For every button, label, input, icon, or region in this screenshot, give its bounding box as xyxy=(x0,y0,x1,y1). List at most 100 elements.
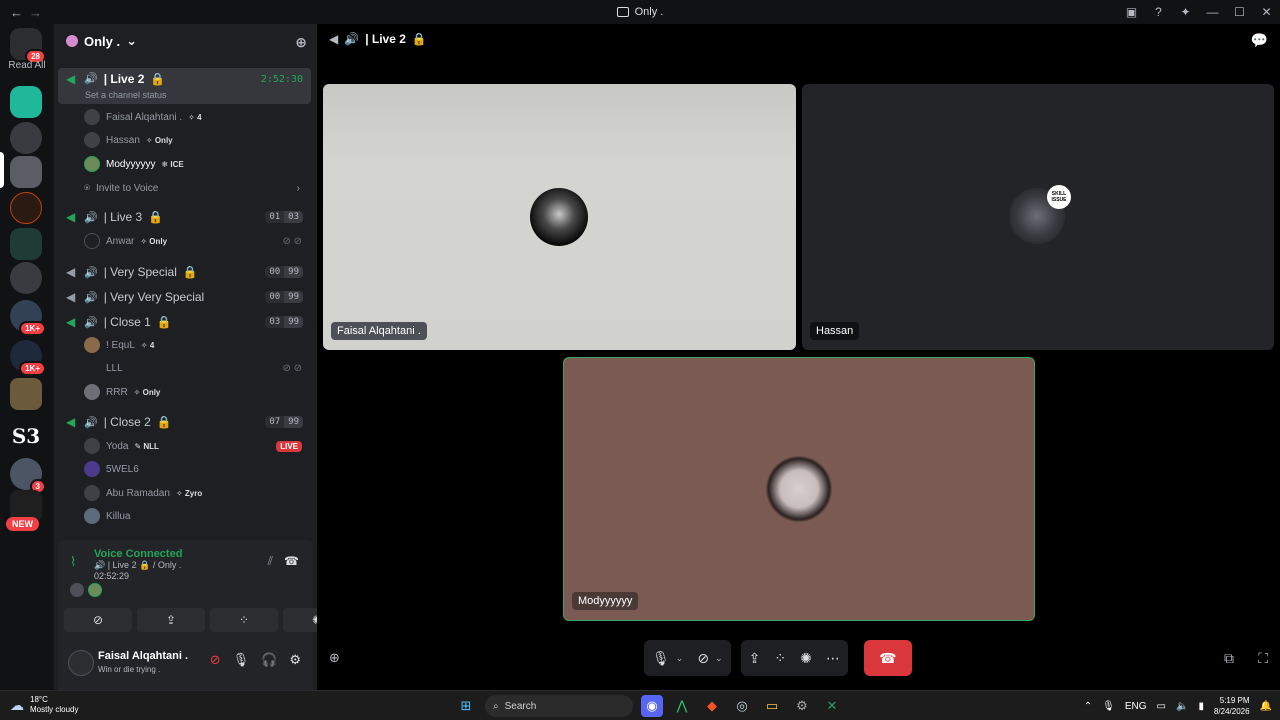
participant-tile[interactable]: Faisal Alqahtani . xyxy=(323,84,796,350)
app-icon[interactable]: ⚙ xyxy=(791,695,813,717)
user-controls: ⊘ 🎙 🎧 ⚙ xyxy=(210,652,301,668)
channel-list: ◀ 🔊 | Live 2 🔒 2:52:30 Set a channel sta… xyxy=(54,58,317,540)
back-arrow-icon[interactable]: ← xyxy=(10,5,23,20)
server-icon-s3[interactable]: S3 xyxy=(10,420,42,452)
app-icon[interactable]: ⋀ xyxy=(671,695,693,717)
inbox-icon[interactable]: ▣ xyxy=(1118,5,1145,19)
server-icon-1[interactable] xyxy=(10,86,42,118)
guild-icon xyxy=(66,35,78,47)
guild-header[interactable]: Only . ⌄ ⊕ xyxy=(54,24,317,58)
voice-user[interactable]: 5WEL6 xyxy=(84,458,304,480)
minimize-button[interactable]: — xyxy=(1199,5,1226,19)
network-icon[interactable]: ▭ xyxy=(1157,701,1166,712)
taskbar-search[interactable]: ⌕ Search xyxy=(485,695,633,717)
server-icon-2[interactable] xyxy=(10,122,42,154)
activities-button[interactable]: ⁘ xyxy=(210,608,278,632)
voice-user[interactable]: Killua xyxy=(84,505,304,527)
screen-share-button[interactable]: ⇪ xyxy=(137,608,205,632)
microphone-icon[interactable]: 🎙 xyxy=(233,652,250,668)
user-name: Faisal Alqahtani . xyxy=(106,111,183,123)
brave-browser-icon[interactable]: ◆ xyxy=(701,695,723,717)
voice-stage: ◀ 🔊 | Live 2 🔒 💬 Faisal Alqahtani . SKIL… xyxy=(317,24,1280,690)
tools-icon[interactable]: ✦ xyxy=(1172,5,1199,19)
server-icon-only[interactable] xyxy=(10,156,42,188)
voice-channel-name: | Live 2 xyxy=(107,560,137,570)
gear-icon[interactable]: ⚙ xyxy=(289,652,301,668)
voice-user[interactable]: RRR ✧ Only xyxy=(84,381,304,403)
user-name[interactable]: Faisal Alqahtani . xyxy=(98,650,188,662)
help-icon[interactable]: ? xyxy=(1145,5,1172,19)
notification-bell-icon[interactable]: 🔔 xyxy=(1260,701,1272,712)
server-icon-8[interactable]: 1K+ xyxy=(10,340,46,376)
channel-name: | Close 1 xyxy=(103,315,151,329)
participant-tile[interactable]: SKILL ISSUE Hassan xyxy=(802,84,1274,350)
windows-start-icon[interactable]: ⊞ xyxy=(455,695,477,717)
screen-share-icon[interactable]: ⇪ xyxy=(749,650,761,667)
headphones-icon[interactable]: 🎧 xyxy=(261,652,277,668)
channel-live-2[interactable]: ◀ 🔊 | Live 2 🔒 2:52:30 Set a channel sta… xyxy=(58,68,311,104)
camera-off-icon[interactable]: ⊘ xyxy=(697,650,709,667)
discord-app-icon[interactable]: ◉ xyxy=(641,695,663,717)
channel-close-1[interactable]: ◀ 🔊 | Close 1 🔒 03 99 xyxy=(58,310,311,334)
noise-suppression-icon[interactable]: ⫽ xyxy=(268,554,273,569)
microphone-icon[interactable]: 🎙 xyxy=(652,650,670,667)
language-indicator[interactable]: ENG xyxy=(1125,701,1147,712)
signal-icon[interactable]: ⌇ xyxy=(70,554,76,570)
channel-status[interactable]: Set a channel status xyxy=(85,90,167,100)
soundboard-icon[interactable]: ✺ xyxy=(800,650,812,667)
server-icon-4[interactable] xyxy=(10,192,42,224)
server-icon-7[interactable]: 1K+ xyxy=(10,300,46,336)
camera-off-icon[interactable]: ⊘ xyxy=(210,652,221,668)
server-icon-5[interactable] xyxy=(10,228,42,260)
chevron-up-icon[interactable]: ⌃ xyxy=(1084,701,1092,712)
read-all-button[interactable]: Read All xyxy=(0,60,54,71)
channel-close-2[interactable]: ◀ 🔊 | Close 2 🔒 07 99 xyxy=(58,410,311,434)
fullscreen-icon[interactable]: ⛶ xyxy=(1258,650,1268,667)
channel-very-very-special[interactable]: ◀ 🔊 | Very Very Special 00 99 xyxy=(58,285,311,309)
participant-tile-speaking[interactable]: Modyyyyyy xyxy=(563,357,1035,621)
more-icon[interactable]: ⋯ xyxy=(826,650,840,667)
file-explorer-icon[interactable]: ▭ xyxy=(761,695,783,717)
search-icon: ⌕ xyxy=(493,700,499,712)
new-pill[interactable]: NEW xyxy=(6,517,39,531)
volume-icon[interactable]: 🔈 xyxy=(1176,701,1188,712)
forward-arrow-icon[interactable]: → xyxy=(29,5,42,20)
microphone-icon[interactable]: 🎙 xyxy=(1102,701,1115,712)
voice-user[interactable]: LLL ⊘ ⊘ xyxy=(84,357,304,379)
voice-user-self[interactable]: Modyyyyyy ❄ ICE xyxy=(84,153,304,175)
direct-messages-button[interactable]: 28 xyxy=(10,28,46,64)
server-icon-9[interactable] xyxy=(10,378,42,410)
disconnect-icon[interactable]: ☎ xyxy=(284,554,299,568)
activities-icon[interactable]: ⁘ xyxy=(774,650,786,667)
chevron-down-icon[interactable]: ⌄ xyxy=(715,653,723,664)
participant-avatar xyxy=(530,188,588,246)
steam-icon[interactable]: ◎ xyxy=(731,695,753,717)
invite-to-voice[interactable]: ⍟ Invite to Voice › xyxy=(84,178,304,198)
excel-icon[interactable]: ✕ xyxy=(821,695,843,717)
voice-user[interactable]: ! EquL ✧ 4 xyxy=(84,334,304,356)
server-icon-6[interactable] xyxy=(10,262,42,294)
server-icon-11[interactable]: 3 xyxy=(10,458,46,494)
pop-out-icon[interactable]: ⧉ xyxy=(1224,650,1234,667)
camera-off-button[interactable]: ⊘ xyxy=(64,608,132,632)
disconnect-button[interactable]: ☎ xyxy=(863,640,912,676)
channel-very-special[interactable]: ◀ 🔊 | Very Special 🔒 00 99 xyxy=(58,260,311,284)
chat-bubble-icon[interactable]: 💬 xyxy=(1251,32,1268,49)
maximize-button[interactable]: ☐ xyxy=(1226,5,1253,19)
voice-user[interactable]: Anwar ✧ Only ⊘ ⊘ xyxy=(84,230,304,252)
voice-user[interactable]: Abu Ramadan ✧ Zyro xyxy=(84,482,304,504)
voice-channel-path[interactable]: 🔊 | Live 2 🔒 / Only . xyxy=(94,560,181,571)
voice-connected-label[interactable]: Voice Connected xyxy=(94,548,182,560)
user-avatar[interactable] xyxy=(68,650,94,676)
clock[interactable]: 5:19 PM 8/24/2026 xyxy=(1214,695,1250,717)
weather-widget[interactable]: ☁ 18°C Mostly cloudy xyxy=(10,695,78,715)
channel-live-3[interactable]: ◀ 🔊 | Live 3 🔒 01 03 xyxy=(58,205,311,229)
battery-icon[interactable]: ▮ xyxy=(1198,701,1204,712)
person-add-icon[interactable]: ⊕ xyxy=(329,650,340,666)
person-add-icon[interactable]: ⊕ xyxy=(295,34,307,51)
chevron-down-icon[interactable]: ⌄ xyxy=(676,653,684,664)
close-button[interactable]: ✕ xyxy=(1253,5,1280,19)
voice-user[interactable]: Faisal Alqahtani . ✧ 4 xyxy=(84,106,304,128)
voice-user[interactable]: Yoda ✎ NLL LIVE xyxy=(84,435,304,457)
voice-user[interactable]: Hassan ✧ Only xyxy=(84,129,304,151)
